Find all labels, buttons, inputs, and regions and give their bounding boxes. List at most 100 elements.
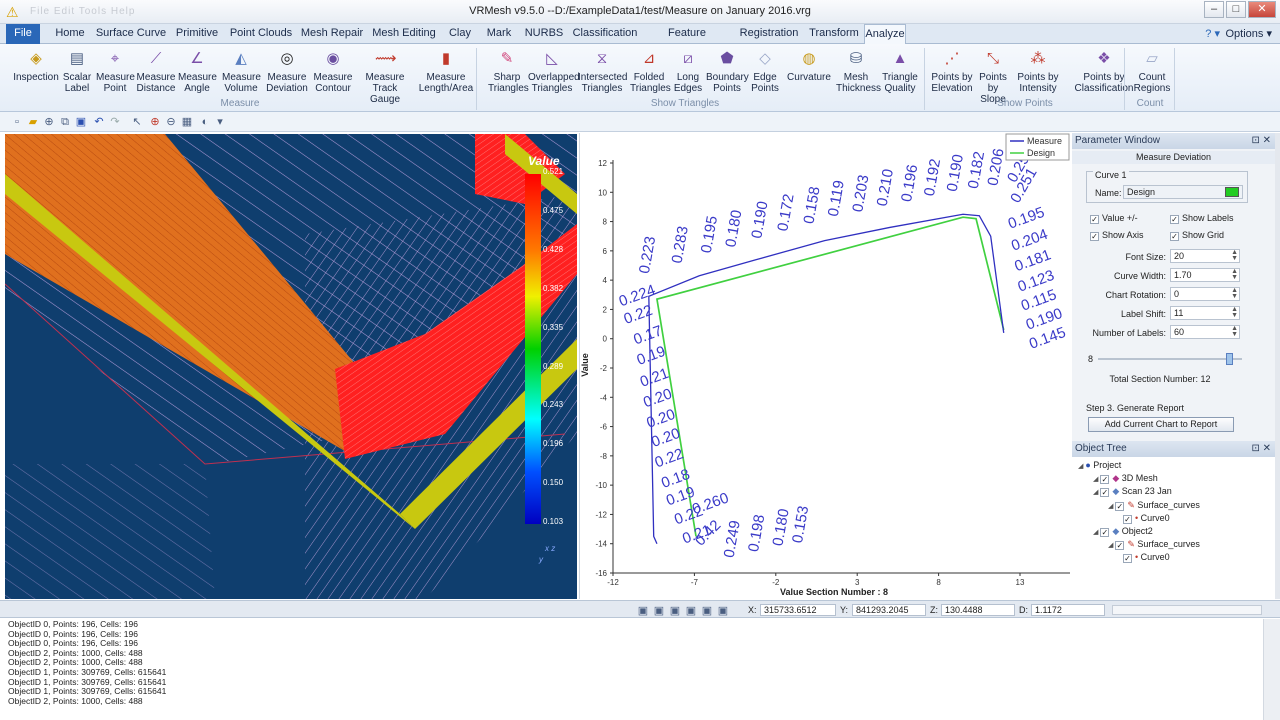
maximize-button[interactable]: □	[1226, 1, 1246, 18]
export-icon[interactable]: ⧉	[58, 115, 72, 129]
tab-primitive[interactable]: Primitive	[170, 24, 224, 44]
count-regions-button[interactable]: ▱ Count Regions	[1132, 46, 1172, 100]
boundary-points-button[interactable]: ⬟ Boundary Points	[706, 46, 749, 100]
intersected-triangles-button[interactable]: ⧖ Intersected Triangles	[578, 46, 627, 100]
triangle-quality-button[interactable]: ▲ Triangle Quality	[882, 46, 918, 100]
tree-node-object2[interactable]: ◢ ✓ ◆ Object2	[1093, 526, 1153, 537]
visibility-checkbox[interactable]: ✓	[1115, 501, 1125, 511]
expand-arrow-icon[interactable]: ◢	[1093, 476, 1100, 483]
tree-node-curve0[interactable]: ✓ • Curve0	[1123, 552, 1170, 564]
status-scrollbar[interactable]	[1112, 605, 1262, 615]
long-edges-button[interactable]: ⧄ Long Edges	[672, 46, 704, 100]
new-file-icon[interactable]: ▫	[10, 115, 24, 129]
tab-registration[interactable]: Registration	[734, 24, 804, 44]
tab-surface-curve[interactable]: Surface Curve	[95, 24, 167, 44]
tree-node-scan-23-jan[interactable]: ◢ ✓ ◆ Scan 23 Jan	[1093, 486, 1172, 498]
select-cursor-icon[interactable]: ↖	[130, 115, 144, 129]
add-chart-to-report-button[interactable]: Add Current Chart to Report	[1088, 417, 1234, 432]
tab-nurbs[interactable]: NURBS	[522, 24, 566, 44]
expand-arrow-icon[interactable]: ◢	[1093, 529, 1100, 536]
curvature-button[interactable]: ◍ Curvature	[786, 46, 832, 100]
tree-node-surface-curves[interactable]: ◢ ✓ ✎ Surface_curves	[1108, 539, 1200, 551]
mesh-thickness-button[interactable]: ⛁ Mesh Thickness	[836, 46, 881, 100]
log-scrollbar[interactable]	[1263, 619, 1280, 720]
number-of-labels-spinner[interactable]: 60 ▲ ▼	[1170, 325, 1240, 339]
folded-triangles-button[interactable]: ⊿ Folded Triangles	[630, 46, 671, 100]
view-back-icon[interactable]: ▣	[652, 604, 666, 618]
overlapped-triangles-button[interactable]: ◺ Overlapped Triangles	[528, 46, 580, 100]
label-shift-spinner[interactable]: 11 ▲ ▼	[1170, 306, 1240, 320]
points-intensity-button[interactable]: ⁂ Points by Intensity	[1016, 46, 1060, 100]
expand-arrow-icon[interactable]: ◢	[1093, 489, 1100, 496]
view-dropdown-icon[interactable]: ▾	[213, 115, 227, 129]
expand-arrow-icon[interactable]: ◢	[1108, 542, 1115, 549]
right-dock-scrollbar[interactable]	[1275, 133, 1280, 599]
3d-viewport[interactable]: 0.521 0.475 0.428 0.382 0.335 0.289 0.243 0.196…	[5, 134, 577, 599]
tab-mesh-editing[interactable]: Mesh Editing	[368, 24, 440, 44]
visibility-checkbox[interactable]: ✓	[1123, 554, 1132, 564]
tree-node-surface-curves[interactable]: ◢ ✓ ✎ Surface_curves	[1108, 500, 1200, 511]
open-folder-icon[interactable]: ▰	[26, 115, 40, 129]
tab-file[interactable]: File	[6, 24, 40, 44]
tab-point-clouds[interactable]: Point Clouds	[226, 24, 296, 44]
tree-pin-close-icon[interactable]: ⊡ ✕	[1251, 441, 1271, 457]
measure-deviation-button[interactable]: ◎ Measure Deviation	[266, 46, 308, 100]
deviation-chart[interactable]: 12 10 8 6 4 2 0 -2 -4 -6 -8 -10 -12 -14 -16 -12 -7 -2 3 8 13…	[579, 133, 1072, 599]
tab-transform[interactable]: Transform	[808, 24, 860, 44]
tab-home[interactable]: Home	[48, 24, 92, 44]
track-gauge-button[interactable]: ⟿ Measure Track Gauge	[354, 46, 416, 105]
points-classification-button[interactable]: ❖ Points by Classification	[1068, 46, 1140, 100]
show-grid-checkbox[interactable]: ✓ Show Grid	[1170, 230, 1224, 241]
expand-arrow-icon[interactable]: ◢	[1108, 503, 1115, 510]
view-right-icon[interactable]: ▣	[684, 604, 698, 618]
measure-contour-button[interactable]: ◉ Measure Contour	[312, 46, 354, 100]
visibility-checkbox[interactable]: ✓	[1123, 514, 1132, 524]
minimize-button[interactable]: –	[1204, 1, 1224, 18]
curve-color-swatch[interactable]	[1225, 187, 1239, 197]
measure-angle-button[interactable]: ∠ Measure Angle	[178, 46, 217, 100]
points-elevation-button[interactable]: ⋰ Points by Elevation	[930, 46, 974, 100]
help-icon[interactable]: ? ▾	[1205, 27, 1220, 40]
measure-point-button[interactable]: ⌖ Measure Point	[96, 46, 135, 100]
curve-width-spinner[interactable]: 1.70 ▲ ▼	[1170, 268, 1240, 282]
save-icon[interactable]: ▣	[74, 115, 88, 129]
close-button[interactable]: ✕	[1248, 1, 1276, 18]
show-labels-checkbox[interactable]: ✓ Show Labels	[1170, 213, 1234, 224]
scalar-label-button[interactable]: ▤ Scalar Label	[60, 46, 94, 100]
section-slider-thumb[interactable]	[1226, 353, 1234, 365]
visibility-checkbox[interactable]: ✓	[1100, 475, 1110, 485]
inspection-button[interactable]: ◈ Inspection	[12, 46, 60, 100]
zoom-out-icon[interactable]: ⊖	[164, 115, 178, 129]
tab-feature-extraction[interactable]: Feature Extraction	[643, 24, 731, 58]
length-area-button[interactable]: ▮ Measure Length/Area	[418, 46, 474, 100]
redo-icon[interactable]: ↷	[108, 115, 122, 129]
zoom-in-icon[interactable]: ⊕	[148, 115, 162, 129]
tab-classification[interactable]: Classification	[570, 24, 640, 44]
tab-analyze[interactable]: Analyze	[864, 24, 906, 45]
view-bottom-icon[interactable]: ▣	[716, 604, 730, 618]
points-slope-button[interactable]: ⤡ Points by Slope	[974, 46, 1012, 105]
options-button[interactable]: Options ▾	[1226, 27, 1273, 40]
grid-icon[interactable]: ▦	[180, 115, 194, 129]
view-front-icon[interactable]: ▣	[636, 604, 650, 618]
visibility-checkbox[interactable]: ✓	[1100, 488, 1110, 498]
tab-mesh-repair[interactable]: Mesh Repair	[298, 24, 366, 44]
undo-icon[interactable]: ↶	[92, 115, 106, 129]
chart-rotation-spinner[interactable]: 0 ▲ ▼	[1170, 287, 1240, 301]
visibility-checkbox[interactable]: ✓	[1115, 541, 1125, 551]
tree-node-curve0[interactable]: ✓ • Curve0	[1123, 513, 1170, 524]
tree-node-3d-mesh[interactable]: ◢ ✓ ◆ 3D Mesh	[1093, 473, 1158, 485]
tree-node-project[interactable]: ◢ ● Project	[1078, 460, 1121, 470]
edge-points-button[interactable]: ◇ Edge Points	[748, 46, 782, 100]
tab-clay[interactable]: Clay	[443, 24, 477, 44]
panel-pin-close-icon[interactable]: ⊡ ✕	[1251, 133, 1271, 149]
section-slider[interactable]	[1098, 353, 1242, 365]
measure-distance-button[interactable]: ⟋ Measure Distance	[136, 46, 176, 100]
font-size-spinner[interactable]: 20 ▲ ▼	[1170, 249, 1240, 263]
tab-mark[interactable]: Mark	[480, 24, 518, 44]
measure-volume-button[interactable]: ◭ Measure Volume	[222, 46, 261, 100]
import-icon[interactable]: ⊕	[42, 115, 56, 129]
view-top-icon[interactable]: ▣	[700, 604, 714, 618]
view-icon[interactable]: ◐	[198, 115, 212, 129]
value-pm-checkbox[interactable]: ✓ Value +/-	[1090, 213, 1138, 224]
